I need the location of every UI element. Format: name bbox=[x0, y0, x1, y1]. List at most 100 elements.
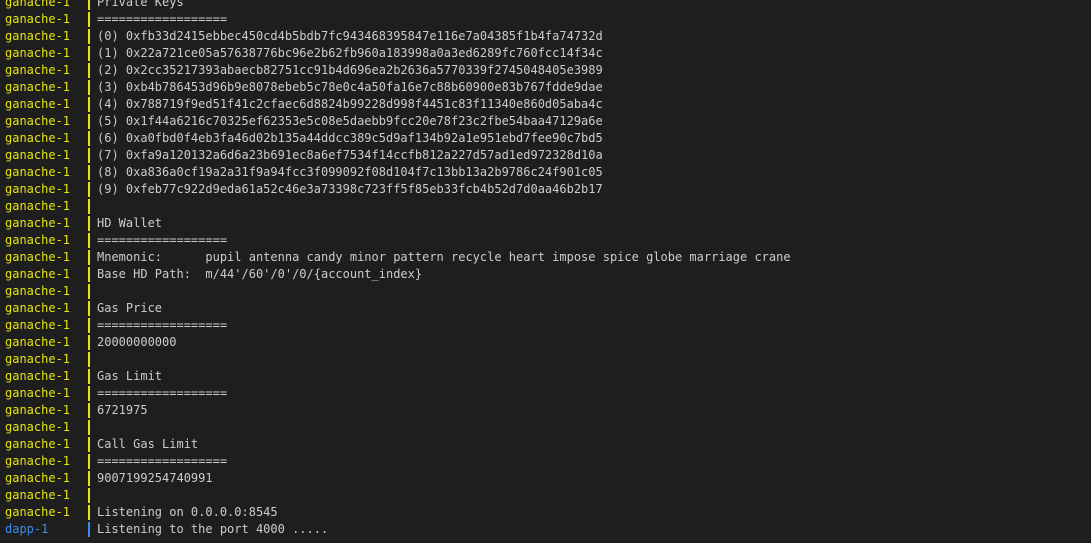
log-line-blank: ganache-1 bbox=[5, 283, 1091, 300]
log-separator bbox=[86, 232, 97, 249]
log-separator bbox=[86, 266, 97, 283]
log-text: Listening to the port 4000 ..... bbox=[97, 522, 329, 536]
log-line-private-key: ganache-1 (4) 0x788719f9ed51f41c2cfaec6d8… bbox=[5, 96, 1091, 113]
service-prefix: ganache-1 bbox=[5, 301, 71, 315]
log-text: ================== bbox=[97, 318, 228, 332]
log-text: Mnemonic: pupil antenna candy minor patt… bbox=[97, 250, 791, 264]
log-separator bbox=[86, 198, 97, 215]
log-line-private-key: ganache-1 (5) 0x1f44a6216c70325ef62353e5c… bbox=[5, 113, 1091, 130]
log-separator bbox=[86, 300, 97, 317]
log-line-dapp-listening: dapp-1 Listening to the port 4000 ..... bbox=[5, 521, 1091, 538]
log-text: Gas Limit bbox=[97, 369, 163, 383]
log-separator bbox=[86, 164, 97, 181]
log-separator bbox=[86, 351, 97, 368]
service-prefix: ganache-1 bbox=[5, 505, 71, 519]
log-text: (8) 0xa836a0cf19a2a31f9a94fcc3f099092f08… bbox=[97, 165, 603, 179]
service-prefix: ganache-1 bbox=[5, 12, 71, 26]
log-line-private-key: ganache-1 (1) 0x22a721ce05a57638776bc96e2… bbox=[5, 45, 1091, 62]
log-line-gas-price-value: ganache-1 20000000000 bbox=[5, 334, 1091, 351]
log-separator bbox=[86, 385, 97, 402]
log-separator bbox=[86, 419, 97, 436]
log-text: ================== bbox=[97, 386, 228, 400]
log-text: Gas Price bbox=[97, 301, 163, 315]
log-line-gas-limit-value: ganache-1 6721975 bbox=[5, 402, 1091, 419]
log-text: (7) 0xfa9a120132a6d6a23b691ec8a6ef7534f1… bbox=[97, 148, 603, 162]
log-text: (1) 0x22a721ce05a57638776bc96e2b62fb960a… bbox=[97, 46, 603, 60]
service-prefix: ganache-1 bbox=[5, 250, 71, 264]
service-prefix: dapp-1 bbox=[5, 522, 49, 536]
log-line-hd-wallet-heading: ganache-1 HD Wallet bbox=[5, 215, 1091, 232]
log-line: ganache-1 ================== bbox=[5, 317, 1091, 334]
log-separator bbox=[86, 0, 97, 11]
log-separator bbox=[86, 368, 97, 385]
log-separator bbox=[86, 181, 97, 198]
log-separator bbox=[86, 130, 97, 147]
service-prefix: ganache-1 bbox=[5, 233, 71, 247]
log-text: (6) 0xa0fbd0f4eb3fa46d02b135a44ddcc389c5… bbox=[97, 131, 603, 145]
service-prefix: ganache-1 bbox=[5, 165, 71, 179]
log-line-gas-limit-heading: ganache-1 Gas Limit bbox=[5, 368, 1091, 385]
log-line-call-gas-limit-value: ganache-1 9007199254740991 bbox=[5, 470, 1091, 487]
log-separator bbox=[86, 147, 97, 164]
log-separator bbox=[86, 62, 97, 79]
service-prefix: ganache-1 bbox=[5, 437, 71, 451]
log-separator bbox=[86, 45, 97, 62]
log-line: ganache-1 ================== bbox=[5, 232, 1091, 249]
log-text: (0) 0xfb33d2415ebbec450cd4b5bdb7fc943468… bbox=[97, 29, 603, 43]
log-separator bbox=[86, 436, 97, 453]
service-prefix: ganache-1 bbox=[5, 80, 71, 94]
log-text: (2) 0x2cc35217393abaecb82751cc91b4d696ea… bbox=[97, 63, 603, 77]
service-prefix: ganache-1 bbox=[5, 369, 71, 383]
log-line-gas-price-heading: ganache-1 Gas Price bbox=[5, 300, 1091, 317]
log-text: 20000000000 bbox=[97, 335, 177, 349]
log-separator bbox=[86, 317, 97, 334]
service-prefix: ganache-1 bbox=[5, 284, 71, 298]
log-separator bbox=[86, 96, 97, 113]
log-separator bbox=[86, 113, 97, 130]
log-line-private-key: ganache-1 (8) 0xa836a0cf19a2a31f9a94fcc3f… bbox=[5, 164, 1091, 181]
log-line-mnemonic: ganache-1 Mnemonic: pupil antenna candy m… bbox=[5, 249, 1091, 266]
log-line-private-key: ganache-1 (0) 0xfb33d2415ebbec450cd4b5bdb… bbox=[5, 28, 1091, 45]
log-line: ganache-1 ================== bbox=[5, 385, 1091, 402]
log-text: (5) 0x1f44a6216c70325ef62353e5c08e5daebb… bbox=[97, 114, 603, 128]
log-line: ganache-1 ================== bbox=[5, 453, 1091, 470]
service-prefix: ganache-1 bbox=[5, 182, 71, 196]
terminal-output[interactable]: ganache-1 Private Keys ganache-1 =========… bbox=[5, 0, 1091, 538]
service-prefix: ganache-1 bbox=[5, 199, 71, 213]
log-line: ganache-1 ================== bbox=[5, 11, 1091, 28]
service-prefix: ganache-1 bbox=[5, 267, 71, 281]
log-separator bbox=[86, 521, 97, 538]
log-line-private-key: ganache-1 (2) 0x2cc35217393abaecb82751cc9… bbox=[5, 62, 1091, 79]
service-prefix: ganache-1 bbox=[5, 403, 71, 417]
log-text: Private Keys bbox=[97, 0, 184, 9]
log-text: HD Wallet bbox=[97, 216, 163, 230]
log-separator bbox=[86, 28, 97, 45]
service-prefix: ganache-1 bbox=[5, 29, 71, 43]
log-text: ================== bbox=[97, 233, 228, 247]
service-prefix: ganache-1 bbox=[5, 131, 71, 145]
log-text: 9007199254740991 bbox=[97, 471, 213, 485]
log-line-hd-path: ganache-1 Base HD Path: m/44'/60'/0'/0/{a… bbox=[5, 266, 1091, 283]
service-prefix: ganache-1 bbox=[5, 0, 71, 9]
service-prefix: ganache-1 bbox=[5, 318, 71, 332]
log-separator bbox=[86, 215, 97, 232]
log-line-blank: ganache-1 bbox=[5, 419, 1091, 436]
log-separator bbox=[86, 249, 97, 266]
service-prefix: ganache-1 bbox=[5, 386, 71, 400]
service-prefix: ganache-1 bbox=[5, 97, 71, 111]
log-separator bbox=[86, 504, 97, 521]
log-line-private-keys-heading: ganache-1 Private Keys bbox=[5, 0, 1091, 11]
log-text: Listening on 0.0.0.0:8545 bbox=[97, 505, 278, 519]
log-separator bbox=[86, 402, 97, 419]
log-text: ================== bbox=[97, 12, 228, 26]
log-separator bbox=[86, 453, 97, 470]
service-prefix: ganache-1 bbox=[5, 216, 71, 230]
log-separator bbox=[86, 283, 97, 300]
service-prefix: ganache-1 bbox=[5, 352, 71, 366]
service-prefix: ganache-1 bbox=[5, 471, 71, 485]
service-prefix: ganache-1 bbox=[5, 114, 71, 128]
log-text: ================== bbox=[97, 454, 228, 468]
log-text: Call Gas Limit bbox=[97, 437, 199, 451]
log-separator bbox=[86, 487, 97, 504]
log-text: (3) 0xb4b786453d96b9e8078ebeb5c78e0c4a50… bbox=[97, 80, 603, 94]
